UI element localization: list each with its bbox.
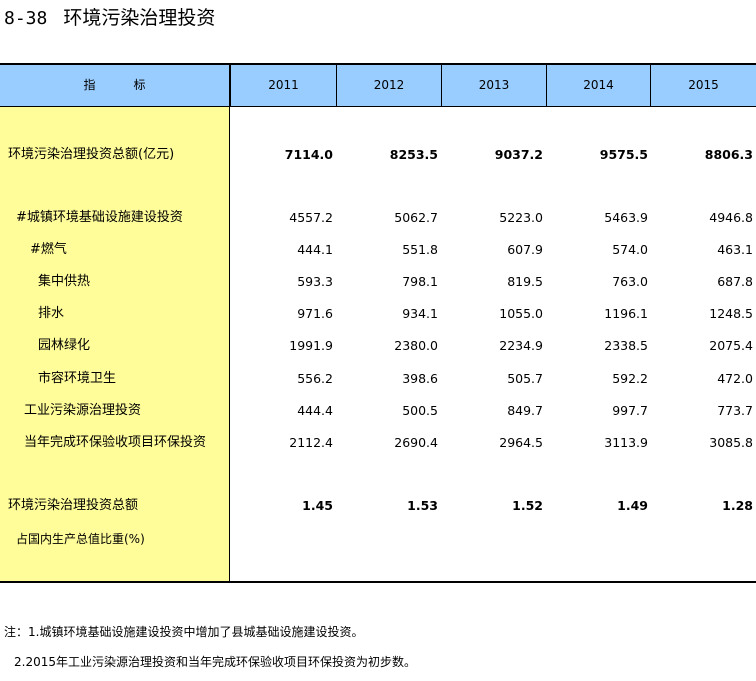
header-year-2011: 2011 [230,65,336,106]
header-year-2015: 2015 [650,65,756,106]
table-row: 园林绿化 1991.9 2380.0 2234.9 2338.5 2075.4 [38,338,753,353]
table-row: 集中供热 593.3 798.1 819.5 763.0 687.8 [38,274,753,289]
header-indicator: 指标 [0,65,230,106]
table-row: 工业污染源治理投资 444.4 500.5 849.7 997.7 773.7 [24,403,753,418]
page-title: 8-38 环境污染治理投资 [4,4,215,32]
table-row: #城镇环境基础设施建设投资 4557.2 5062.7 5223.0 5463.… [16,210,753,225]
header-year-2014: 2014 [546,65,650,106]
note-line-2: 2.2015年工业污染源治理投资和当年完成环保验收项目环保投资为初步数。 [14,655,416,669]
table-row: 环境污染治理投资总额 1.45 1.53 1.52 1.49 1.28 [8,498,753,513]
page-number: 8-38 [4,8,48,29]
table-row: 排水 971.6 934.1 1055.0 1196.1 1248.5 [38,306,753,321]
table-row: 环境污染治理投资总额(亿元) 7114.0 8253.5 9037.2 9575… [8,147,753,162]
table-header: 指标 2011 2012 2013 2014 2015 [0,65,756,107]
table-row: 市容环境卫生 556.2 398.6 505.7 592.2 472.0 [38,371,753,386]
header-year-2013: 2013 [441,65,546,106]
note-line-1: 注：1.城镇环境基础设施建设投资中增加了县城基础设施建设投资。 [4,625,364,639]
investment-table: 指标 2011 2012 2013 2014 2015 环境污染治理投资总额(亿… [0,63,756,583]
table-row: 占国内生产总值比重(%) [16,532,145,546]
page-title-text: 环境污染治理投资 [63,7,216,29]
header-year-2012: 2012 [336,65,441,106]
table-row: 当年完成环保验收项目环保投资 2112.4 2690.4 2964.5 3113… [24,435,753,450]
table-row: #燃气 444.1 551.8 607.9 574.0 463.1 [30,242,753,257]
